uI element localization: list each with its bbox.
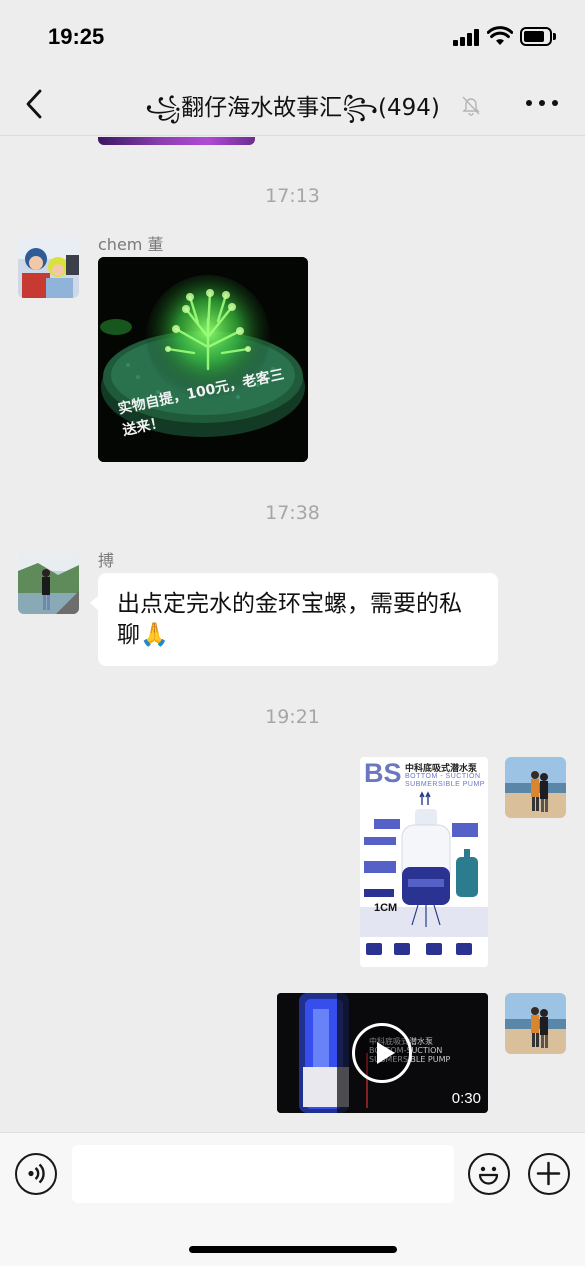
timestamp: 17:13	[265, 185, 320, 207]
poster-subtitle: BOTTOM - SUCTION SUBMERSIBLE PUMP	[405, 773, 485, 788]
video-duration: 0:30	[451, 1090, 481, 1107]
chat-header: ꧁翻仔海水故事汇꧂(494)	[0, 72, 585, 136]
poster-brand: BS	[364, 758, 402, 788]
battery-icon	[520, 27, 556, 46]
cellular-signal-icon	[453, 28, 481, 46]
add-button[interactable]	[528, 1153, 570, 1195]
play-icon	[377, 1042, 395, 1064]
group-name: 翻仔海水故事汇	[181, 95, 343, 121]
emoji-button[interactable]	[468, 1153, 510, 1195]
status-time: 19:25	[48, 24, 105, 49]
wifi-icon	[487, 26, 513, 45]
member-count: (494)	[378, 95, 440, 121]
previous-image-message[interactable]	[98, 137, 255, 145]
image-message[interactable]: BS 中科底吸式潜水泵 BOTTOM - SUCTION SUBMERSIBLE…	[360, 757, 488, 967]
title-decoration-left: ꧁	[145, 95, 182, 121]
avatar[interactable]	[18, 553, 79, 614]
status-bar: 19:25	[0, 0, 585, 72]
message-list[interactable]: 17:13 chem 董 实物自提，100元，老客三送来！ 17:38 搏 出点…	[0, 137, 585, 1132]
play-button[interactable]	[352, 1023, 412, 1083]
more-options-button[interactable]	[526, 100, 560, 110]
video-message[interactable]: 中科底吸式潜水泵 BOTTOM-SUCTION SUBMERSIBLE PUMP…	[277, 993, 488, 1113]
title-decoration-right: ꧂	[342, 95, 378, 121]
back-button[interactable]	[18, 86, 52, 122]
sender-name: chem 董	[98, 235, 164, 254]
image-message[interactable]: 实物自提，100元，老客三送来！	[98, 257, 308, 462]
smiley-icon	[478, 1166, 499, 1185]
message-input[interactable]	[72, 1145, 454, 1203]
home-indicator	[189, 1246, 397, 1253]
timestamp: 17:38	[265, 502, 320, 524]
chat-title: ꧁翻仔海水故事汇꧂(494)	[100, 88, 485, 137]
timestamp: 19:21	[265, 706, 320, 728]
avatar[interactable]	[505, 993, 566, 1054]
voice-waves-icon	[28, 1163, 45, 1184]
avatar[interactable]	[505, 757, 566, 818]
text-message-bubble[interactable]: 出点定完水的金环宝螺，需要的私聊🙏	[98, 573, 498, 666]
sender-name: 搏	[98, 551, 115, 570]
poster-spec: 1CM	[374, 902, 398, 914]
avatar[interactable]	[18, 237, 79, 298]
plus-icon	[536, 1161, 561, 1186]
voice-input-button[interactable]	[15, 1153, 57, 1195]
bell-slash-icon	[462, 96, 480, 116]
